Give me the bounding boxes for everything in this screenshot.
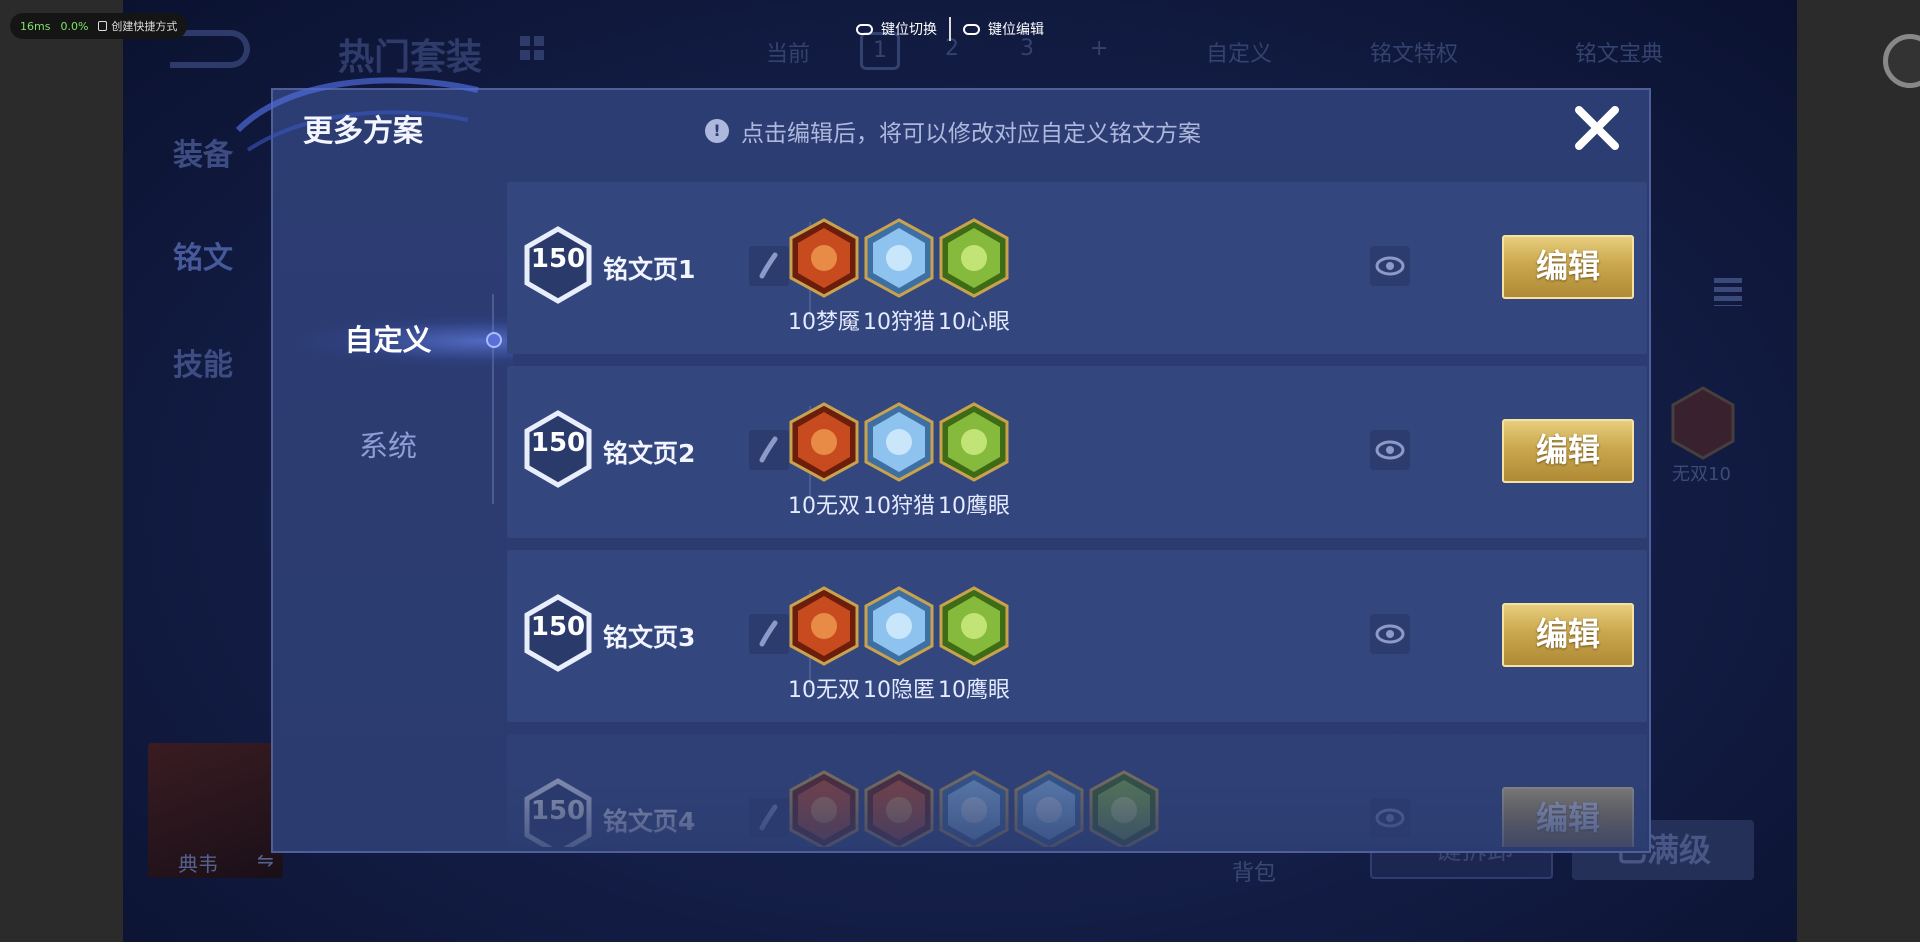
tab-custom[interactable]: 自定义 [273,310,513,370]
custom-button-bg[interactable]: 自定义 [1206,36,1272,68]
preview-button[interactable] [1370,246,1410,286]
eye-icon [1375,256,1405,276]
latency-value: 16ms [20,19,51,33]
eagle-eye-rune-icon [939,402,1009,482]
stealth-rune-icon [864,586,934,666]
tab-custom-label: 自定义 [344,323,432,357]
peerless-rune-icon [789,586,859,666]
close-icon[interactable] [1571,102,1623,154]
tab-system[interactable]: 系统 [273,416,503,476]
preview-button[interactable] [1370,614,1410,654]
floating-control-knob[interactable] [1883,34,1920,88]
rune-page-row: 150 铭文页4 编辑 [507,734,1647,847]
tab-indicator-dot [486,332,502,348]
rune-label: 10心眼 [938,310,1010,335]
blue-rune-icon [1014,770,1084,847]
rune-page-name: 铭文页3 [603,623,696,652]
side-tab-rune[interactable]: 铭文 [173,233,233,277]
side-tab-skill[interactable]: 技能 [173,340,233,384]
preview-button[interactable] [1370,798,1410,838]
rune-codex-button[interactable]: 铭文宝典 [1575,36,1663,68]
rune-level: 150 [530,796,586,826]
key-edit-button[interactable]: 键位编辑 [963,19,1044,39]
hunt-rune-icon [864,402,934,482]
grid-icon[interactable] [520,36,544,60]
keymap-toolbar: 键位切换 键位编辑 [856,12,1044,46]
rune-level: 150 [530,428,586,458]
red-rune-icon [789,770,859,847]
tab-system-label: 系统 [358,429,417,463]
menu-icon[interactable] [1714,278,1742,306]
preview-button[interactable] [1370,430,1410,470]
screen: 16ms 0.0% 创建快捷方式 键位切换 键位编辑 热门套装 当前 1 2 3… [0,0,1920,942]
pen-icon [759,436,778,463]
rune-page-row: 150 铭文页2 编辑 10无双 10狩猎 10鹰眼 [507,366,1647,538]
rune-page-list: 150 铭文页1 编辑 10梦魇 10狩猎 10心眼 150 铭文页2 编辑 1… [507,182,1647,847]
rune-page-name: 铭文页1 [603,255,696,284]
rune-page-name: 铭文页4 [603,807,696,836]
side-tab-equipment[interactable]: 装备 [173,130,233,174]
pen-icon [759,804,778,831]
tip-text: 点击编辑后，将可以修改对应自定义铭文方案 [741,121,1201,147]
gamepad-icon [963,23,980,35]
rune-page-row: 150 铭文页3 编辑 10无双 10隐匿 10鹰眼 [507,550,1647,722]
tab-current[interactable]: 当前 [766,36,810,68]
insight-rune-icon [939,218,1009,298]
edit-button[interactable]: 编辑 [1502,603,1634,667]
cpu-value: 0.0% [60,19,89,33]
pen-icon [759,620,778,647]
eagle-eye-rune-icon [939,586,1009,666]
red-rune-icon [864,770,934,847]
eye-icon [1375,808,1405,828]
eye-icon [1375,440,1405,460]
performance-overlay: 16ms 0.0% 创建快捷方式 [10,13,188,39]
edit-button[interactable]: 编辑 [1502,419,1634,483]
create-shortcut-button[interactable]: 创建快捷方式 [98,18,177,34]
rune-label: 10鹰眼 [938,678,1010,703]
rename-button[interactable] [749,430,789,470]
pen-icon [759,252,778,279]
hunt-rune-icon [864,218,934,298]
blue-rune-icon [939,770,1009,847]
green-rune-icon [1089,770,1159,847]
shortcut-icon [98,21,108,31]
key-switch-label: 键位切换 [881,22,937,38]
dialog-title: 更多方案 [303,114,423,149]
hero-name: 典韦 [178,852,218,876]
toolbar-divider [949,17,951,41]
edit-button[interactable]: 编辑 [1502,235,1634,299]
plan-tabs: 自定义 系统 [273,182,513,842]
dialog-tip: ! 点击编辑后，将可以修改对应自定义铭文方案 [705,114,1201,148]
backpack-label[interactable]: 背包 [1232,855,1276,887]
info-icon: ! [705,119,729,143]
create-shortcut-label: 创建快捷方式 [111,20,178,33]
peerless-rune-icon [789,402,859,482]
rune-label: 10鹰眼 [938,494,1010,519]
rune-level: 150 [530,612,586,642]
rename-button[interactable] [749,614,789,654]
nightmare-rune-icon [789,218,859,298]
key-edit-label: 键位编辑 [988,22,1044,38]
side-rune-icon [1671,386,1735,460]
side-rune-label: 无双10 [1672,464,1731,485]
key-switch-button[interactable]: 键位切换 [856,19,937,39]
tab-add[interactable]: + [1090,36,1108,61]
rune-page-name: 铭文页2 [603,439,696,468]
eye-icon [1375,624,1405,644]
rune-page-row: 150 铭文页1 编辑 10梦魇 10狩猎 10心眼 [507,182,1647,354]
rename-button[interactable] [749,246,789,286]
gamepad-icon [856,23,873,35]
rune-level: 150 [530,244,586,274]
more-plans-dialog: 更多方案 ! 点击编辑后，将可以修改对应自定义铭文方案 自定义 系统 150 铭… [235,77,1651,853]
edit-button[interactable]: 编辑 [1502,787,1634,847]
rune-privilege-button[interactable]: 铭文特权 [1370,36,1458,68]
rename-button[interactable] [749,798,789,838]
